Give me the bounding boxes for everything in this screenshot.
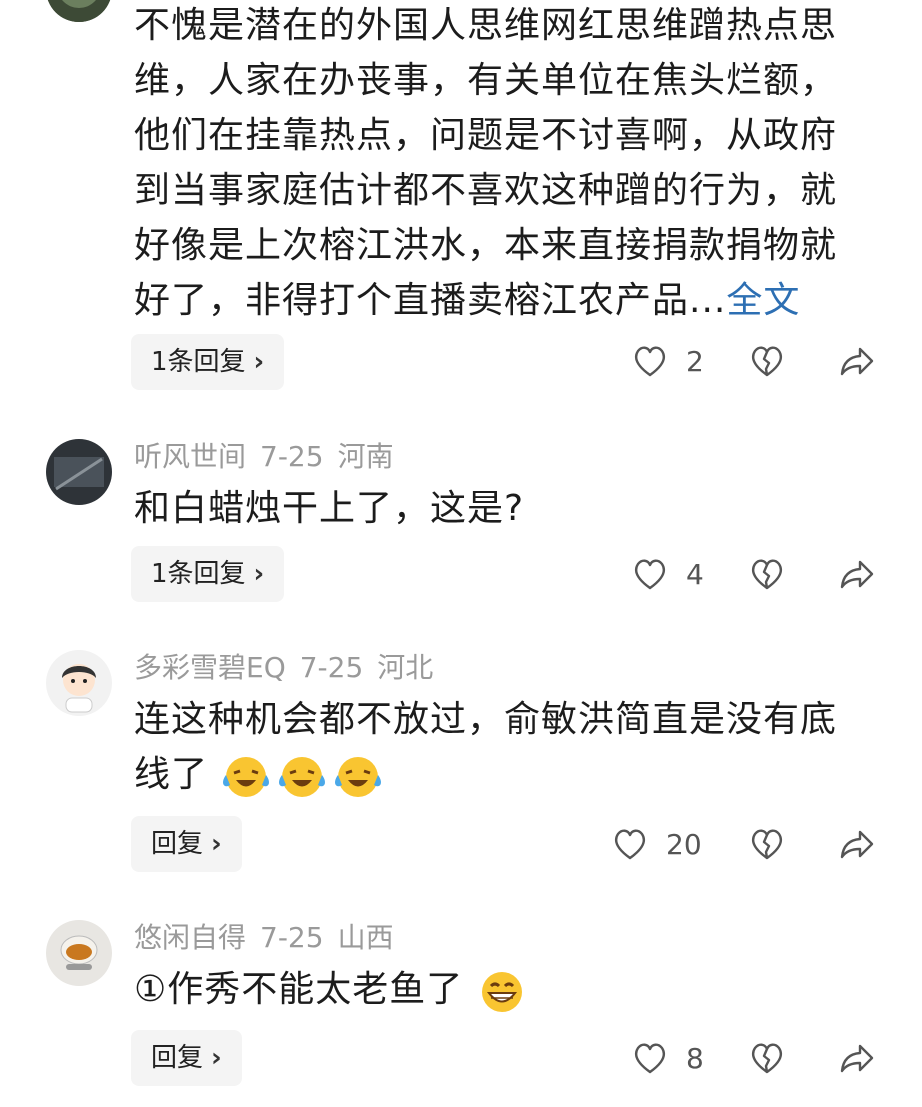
share-button[interactable] [838,343,876,379]
broken-heart-icon [752,346,782,377]
share-arrow-icon [840,830,874,859]
laugh-cry-emoji [279,757,326,797]
comment-date: 7-25 [260,921,324,954]
share-button[interactable] [838,826,876,862]
expand-full-text-link[interactable]: 全文 [726,280,800,321]
comment-item: 听风世间 7-25 河南 和白蜡烛干上了，这是? 1条回复 › 4 [0,425,922,615]
heart-icon [635,559,665,590]
chevron-right-icon: › [253,559,265,589]
heart-icon [635,1043,665,1074]
username[interactable]: 多彩雪碧EQ [134,651,286,684]
laugh-cry-emoji [223,757,270,797]
reply-button-label: 回复 [151,829,204,859]
broken-heart-icon [752,829,782,860]
share-button[interactable] [838,1040,876,1076]
like-button[interactable]: 2 [632,343,704,379]
dislike-button[interactable] [749,826,785,862]
avatar[interactable] [46,920,112,986]
like-button[interactable]: 8 [632,1040,704,1076]
chevron-right-icon: › [253,347,265,377]
reply-button[interactable]: 回复 › [131,816,242,872]
reply-button-label: 1条回复 [151,559,246,589]
chevron-right-icon: › [211,829,222,859]
chevron-right-icon: › [211,1043,222,1073]
comment-text: 不愧是潜在的外国人思维网红思维蹭热点思维，人家在办丧事，有关单位在焦头烂额，他们… [134,5,838,321]
comment-meta: 多彩雪碧EQ 7-25 河北 [134,650,447,686]
comment-item: 不愧是潜在的外国人思维网红思维蹭热点思维，人家在办丧事，有关单位在焦头烂额，他们… [0,0,922,400]
like-button[interactable]: 4 [632,556,704,592]
like-count: 8 [686,1041,704,1075]
comment-date: 7-25 [299,651,364,684]
like-count: 2 [686,344,704,378]
avatar[interactable] [46,0,112,22]
comment-text: ①作秀不能太老鱼了 [134,962,854,1017]
comment-text: 连这种机会都不放过，俞敏洪简直是没有底线了 [134,692,854,802]
view-replies-button[interactable]: 1条回复 › [131,334,285,390]
like-count: 4 [686,557,704,591]
avatar[interactable] [46,650,112,716]
dislike-button[interactable] [749,343,785,379]
heart-icon [635,346,665,377]
share-button[interactable] [838,556,876,592]
share-arrow-icon [840,347,874,376]
comment-location: 河北 [377,651,434,684]
like-count: 20 [666,827,702,861]
share-arrow-icon [840,560,874,589]
reply-button-label: 1条回复 [151,347,246,377]
comment-location: 河南 [337,440,394,473]
view-replies-button[interactable]: 1条回复 › [131,546,285,602]
broken-heart-icon [752,1043,782,1074]
laugh-cry-emoji [335,757,382,797]
dislike-button[interactable] [749,1040,785,1076]
broken-heart-icon [752,559,782,590]
reply-button[interactable]: 回复 › [131,1030,242,1086]
share-arrow-icon [840,1044,874,1073]
dislike-button[interactable] [749,556,785,592]
comment-meta: 悠闲自得 7-25 山西 [134,920,408,956]
comment-item: 悠闲自得 7-25 山西 ①作秀不能太老鱼了 回复 › 8 [0,906,922,1106]
username[interactable]: 听风世间 [134,440,246,473]
comment-date: 7-25 [260,440,324,473]
username[interactable]: 悠闲自得 [134,921,246,954]
comment-item: 多彩雪碧EQ 7-25 河北 连这种机会都不放过，俞敏洪简直是没有底线了 回复 › … [0,636,922,886]
grin-emoji [481,972,522,1012]
reply-button-label: 回复 [151,1043,204,1073]
comment-meta: 听风世间 7-25 河南 [134,439,408,475]
comment-location: 山西 [337,921,394,954]
comment-text: 和白蜡烛干上了，这是? [134,488,525,529]
heart-icon [615,829,645,860]
like-button[interactable]: 20 [612,826,702,862]
avatar[interactable] [46,439,112,505]
